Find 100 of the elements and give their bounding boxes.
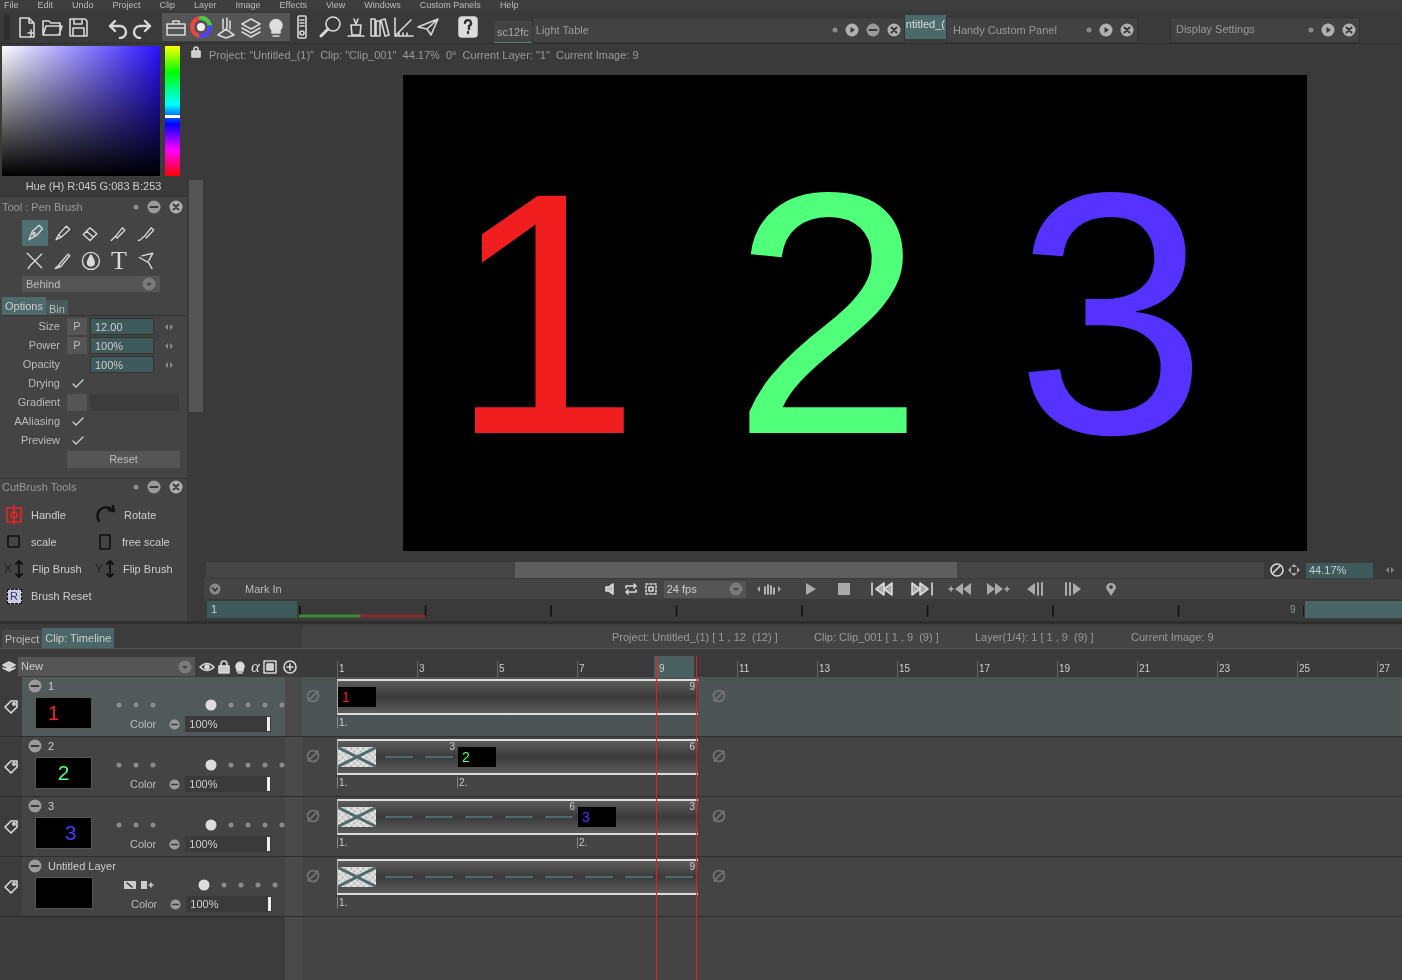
dot-icon[interactable] <box>279 822 285 828</box>
dot-icon[interactable] <box>150 822 156 828</box>
dot-icon[interactable] <box>116 702 122 708</box>
track-row[interactable]: 3 2 6 1. 2. <box>302 737 1402 796</box>
cutbrush-tool[interactable]: scale <box>31 533 57 551</box>
panel-tab[interactable]: Project <box>2 630 43 648</box>
clip-bar[interactable]: 1 9 <box>337 679 698 715</box>
cell-thumbnail[interactable]: 3 <box>578 807 616 827</box>
clip-bar[interactable]: 6 3 3 <box>337 799 698 835</box>
track-row[interactable]: 1 9 1. <box>302 677 1402 736</box>
blend-label[interactable]: Color <box>131 895 158 913</box>
fit-view-icon[interactable] <box>1270 563 1284 577</box>
no-entry-icon[interactable] <box>306 869 320 883</box>
no-entry-icon[interactable] <box>712 869 726 883</box>
ruler-icon[interactable] <box>392 14 416 39</box>
close-icon[interactable] <box>1341 22 1356 37</box>
canvas[interactable]: 1 2 3 <box>403 75 1307 551</box>
layer-name[interactable]: 2 <box>48 737 55 755</box>
dot-icon[interactable] <box>150 762 156 768</box>
menu-item[interactable]: View <box>325 0 346 10</box>
menu-item[interactable]: Custom Panels <box>419 0 481 10</box>
value-field[interactable]: 100% <box>90 356 154 373</box>
minus-circle-icon[interactable] <box>169 778 181 790</box>
location-pin-icon[interactable] <box>1103 581 1118 597</box>
tag-icon[interactable] <box>4 699 18 714</box>
menu-item[interactable]: Edit <box>37 0 54 10</box>
opacity-field[interactable]: 100% <box>185 716 272 732</box>
close-icon[interactable] <box>1119 23 1134 37</box>
layer-thumbnail[interactable]: 2 <box>35 757 92 789</box>
tag-icon[interactable] <box>4 759 18 774</box>
menu-item[interactable]: Windows <box>364 0 401 10</box>
cutbrush-tool[interactable]: Brush Reset <box>31 587 92 605</box>
layer-thumbnail[interactable] <box>35 877 93 909</box>
dot-icon[interactable] <box>255 882 261 888</box>
menu-item[interactable]: Project <box>112 0 141 10</box>
checkmark-icon[interactable] <box>72 378 84 389</box>
layer-row[interactable]: 1 1 Color 100% <box>22 677 285 736</box>
color-wheel-icon[interactable] <box>189 14 213 39</box>
tool-button[interactable]: T <box>106 248 132 274</box>
dot-icon[interactable] <box>228 702 234 708</box>
layer-name[interactable]: 3 <box>48 797 55 815</box>
collapse-icon[interactable] <box>28 739 42 753</box>
dot-icon[interactable] <box>150 702 156 708</box>
add-frame-icon[interactable] <box>140 880 154 890</box>
tag-icon[interactable] <box>4 879 18 894</box>
menu-item[interactable]: Help <box>499 0 519 10</box>
value-field[interactable]: 100% <box>90 337 154 354</box>
clip-bar[interactable]: 9 <box>337 859 698 895</box>
no-entry-icon[interactable] <box>306 809 320 823</box>
minus-circle-icon[interactable] <box>170 898 182 910</box>
cell-thumbnail[interactable]: 2 <box>458 747 496 767</box>
no-entry-icon[interactable] <box>712 809 726 823</box>
blend-label[interactable]: Color <box>130 835 157 853</box>
menu-item[interactable]: Layer <box>194 0 217 10</box>
opacity-field[interactable]: 100% <box>185 776 272 792</box>
cutbrush-tool[interactable]: Flip Brush <box>32 560 82 578</box>
dot-icon[interactable] <box>133 762 139 768</box>
minus-circle-icon[interactable] <box>147 480 161 494</box>
panel-tab[interactable]: Clip: Timeline <box>42 628 115 648</box>
play-circle-icon[interactable] <box>844 23 859 37</box>
fps-dropdown[interactable]: 24 fps <box>663 580 746 598</box>
tag-icon[interactable] <box>4 819 18 834</box>
dot-icon[interactable] <box>245 702 251 708</box>
stepper-arrows-icon[interactable] <box>164 341 174 350</box>
dot-icon[interactable] <box>116 762 122 768</box>
dot-icon[interactable] <box>262 762 268 768</box>
selection-icon[interactable] <box>262 659 277 674</box>
lightbulb-icon[interactable] <box>234 659 246 674</box>
dot-icon[interactable] <box>279 702 285 708</box>
dot-icon[interactable] <box>116 822 122 828</box>
play-circle-icon[interactable] <box>1098 23 1113 37</box>
panel-tab[interactable]: sc12fc <box>494 21 532 43</box>
transparent-cell-icon[interactable] <box>338 807 376 827</box>
menu-item[interactable]: Clip <box>159 0 176 10</box>
close-icon[interactable] <box>886 23 901 37</box>
move-view-icon[interactable] <box>1287 563 1301 577</box>
mark-in-label[interactable]: Mark In <box>245 580 282 598</box>
lock-icon[interactable] <box>190 46 201 58</box>
tool-button[interactable] <box>22 220 48 246</box>
clip-bar[interactable]: 3 2 6 <box>337 739 698 775</box>
panel-tab[interactable]: Bin <box>45 300 68 315</box>
lock-icon[interactable] <box>218 659 230 674</box>
add-next-icon[interactable] <box>985 581 1010 597</box>
transparent-cell-icon[interactable] <box>338 747 376 767</box>
frame-select-icon[interactable] <box>643 582 658 596</box>
stop-icon[interactable] <box>835 581 852 597</box>
reset-button[interactable]: Reset <box>67 451 180 468</box>
frame-field[interactable]: 1 <box>207 600 297 618</box>
layer-thumbnail[interactable]: 1 <box>35 697 92 729</box>
transparent-cell-icon[interactable] <box>338 867 376 887</box>
eye-icon[interactable] <box>199 660 215 673</box>
minus-circle-icon[interactable] <box>865 23 880 37</box>
last-frame-icon[interactable] <box>909 581 934 597</box>
menu-item[interactable]: Undo <box>72 0 94 10</box>
dot-icon[interactable] <box>133 702 139 708</box>
pressure-toggle[interactable]: P <box>67 337 87 354</box>
dot-icon[interactable] <box>831 27 838 33</box>
dot-icon[interactable] <box>221 882 227 888</box>
loop-icon[interactable] <box>623 582 638 596</box>
minus-circle-icon[interactable] <box>147 200 161 214</box>
